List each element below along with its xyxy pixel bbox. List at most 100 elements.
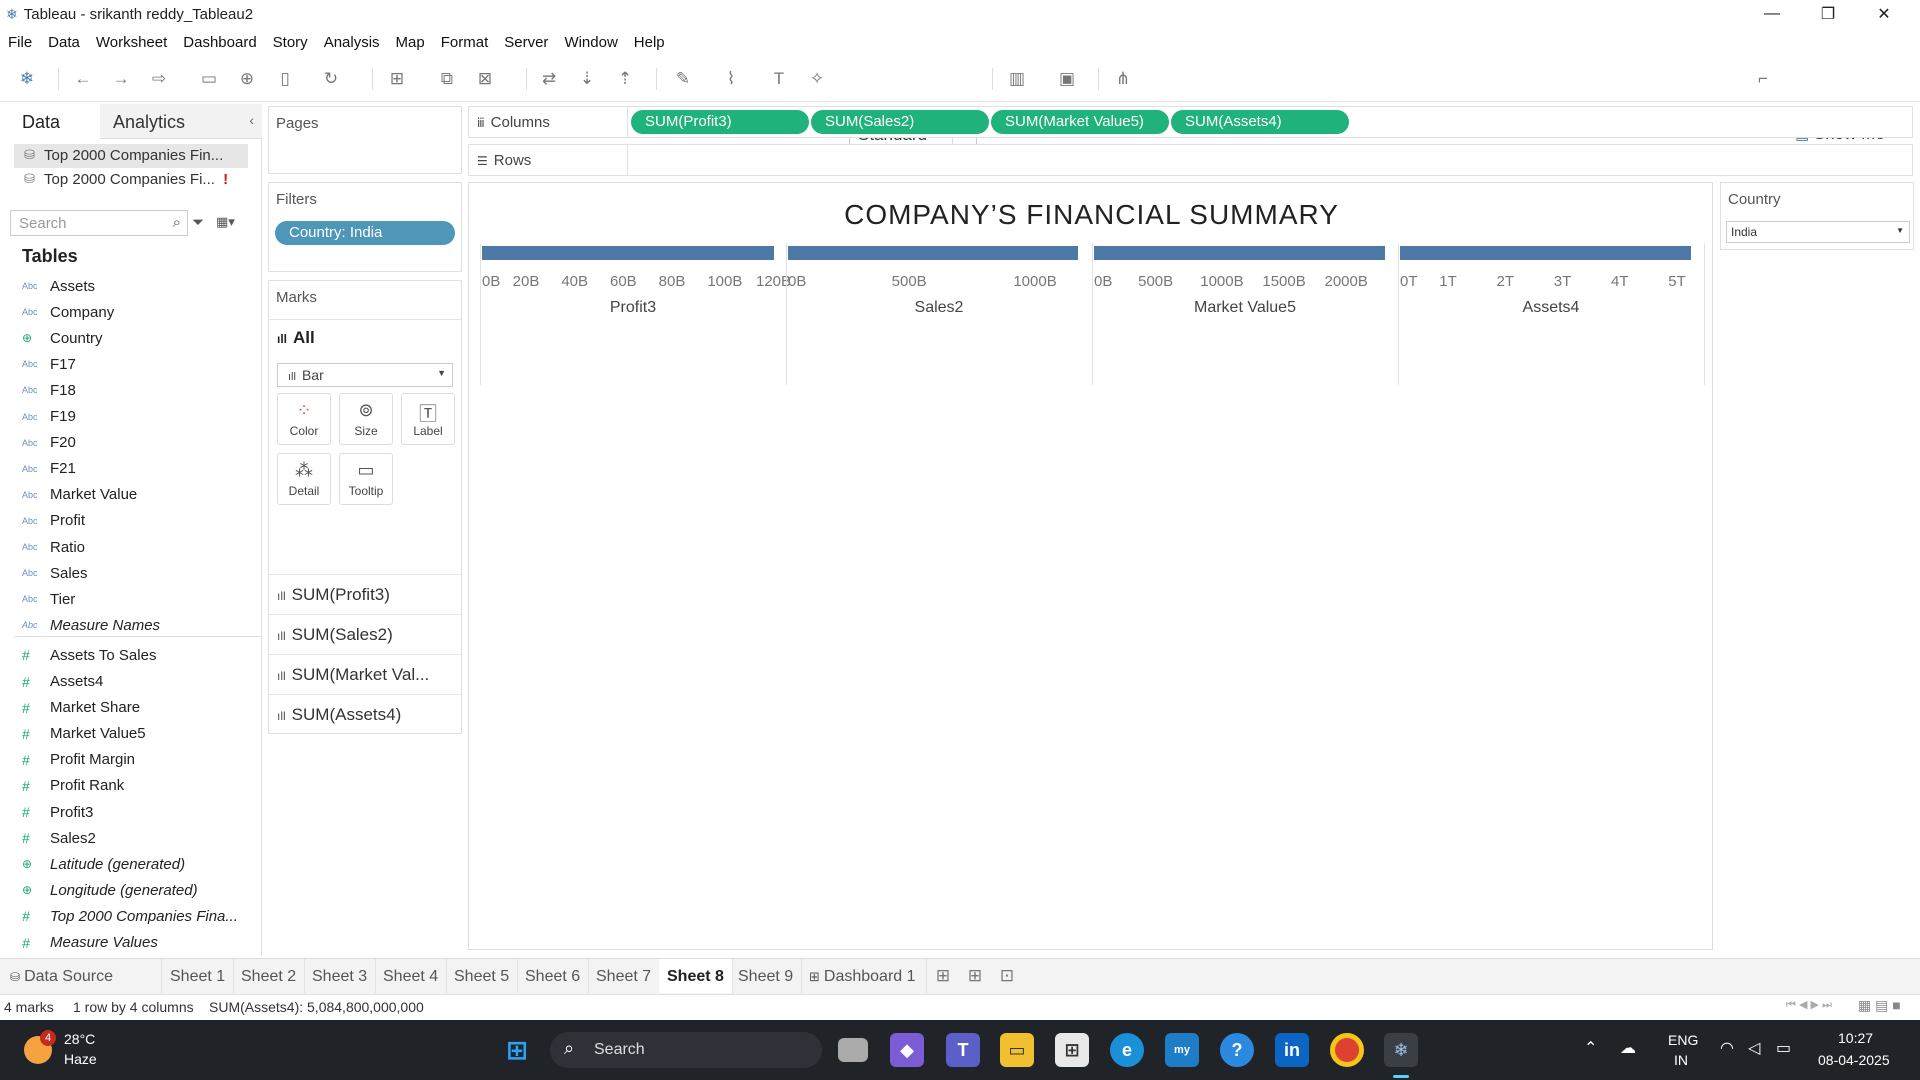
field-item[interactable]: # Market Value5 [22,722,146,746]
presentation-icon[interactable]: ▣ [1056,68,1078,90]
field-item[interactable]: Abc Profit [22,509,85,533]
menu-file[interactable]: File [8,34,32,51]
bar-mark[interactable] [1400,246,1692,260]
highlight-icon[interactable]: ✎ [672,68,694,90]
color-button[interactable]: ⁘ Color [277,393,331,445]
field-item[interactable]: # Profit Margin [22,748,135,772]
wifi-icon[interactable]: ◠ [1720,1038,1734,1058]
chrome-icon[interactable] [1330,1033,1364,1067]
swap-icon[interactable]: ⇄ [538,68,560,90]
field-item[interactable]: Abc F21 [22,457,76,481]
field-item[interactable]: Abc Ratio [22,535,85,559]
field-item[interactable]: # Sales2 [22,826,96,850]
menu-worksheet[interactable]: Worksheet [96,34,167,51]
tooltip-button[interactable]: ▭ Tooltip [339,453,393,505]
field-item[interactable]: Abc F19 [22,405,76,429]
field-item[interactable]: Abc Tier [22,587,75,611]
field-item[interactable]: ⊕ Latitude (generated) [22,852,185,876]
marks-measure-sales[interactable]: ıll SUM(Sales2) [269,614,461,654]
redo-icon[interactable]: → [110,68,132,90]
new-worksheet-tab-icon[interactable]: ⊞ [932,965,954,987]
field-item[interactable]: # Top 2000 Companies Fina... [22,904,238,928]
tray-chevron-icon[interactable]: ⌃ [1584,1038,1597,1058]
teams-icon[interactable]: T [946,1033,980,1067]
marks-measure-market-value[interactable]: ıll SUM(Market Val... [269,654,461,694]
tab-data[interactable]: Data [0,104,100,139]
pin-icon[interactable]: ✧ [806,68,828,90]
clear-sheet-icon[interactable]: ⊠ [474,68,496,90]
copilot-icon[interactable]: ◆ [890,1033,924,1067]
bar-mark[interactable] [1094,246,1385,260]
refresh-icon[interactable]: ↻ [320,68,342,90]
sort-descending-icon[interactable]: ⇡ [614,68,636,90]
close-button[interactable]: ✕ [1856,0,1912,28]
pause-updates-icon[interactable]: ▯ [274,68,296,90]
new-dashboard-tab-icon[interactable]: ⊞ [964,965,986,987]
tab-sheet-2[interactable]: Sheet 2 [233,959,306,993]
field-item[interactable]: Abc F17 [22,352,76,376]
bar-mark[interactable] [482,246,774,260]
battery-icon[interactable]: ▭ [1776,1038,1791,1058]
menu-window[interactable]: Window [564,34,617,51]
mark-type-dropdown[interactable]: ıll Bar ▼ [277,363,453,387]
clock-time[interactable]: 10:27 [1838,1030,1873,1046]
tab-sheet-6[interactable]: Sheet 6 [517,959,590,993]
tab-sheet-3[interactable]: Sheet 3 [304,959,377,993]
menu-dashboard[interactable]: Dashboard [183,34,256,51]
worksheet-view[interactable]: COMPANY’S FINANCIAL SUMMARY 0B 20B 40B 60B 8… [468,182,1713,950]
country-filter-dropdown[interactable]: India ▼ [1726,221,1910,243]
field-item[interactable]: Abc Market Value [22,483,137,507]
filters-shelf[interactable]: Filters Country: India [268,182,462,272]
undo-icon[interactable]: ← [72,68,94,90]
restore-button[interactable]: ❐ [1800,0,1856,28]
tab-sheet-7[interactable]: Sheet 7 [588,959,661,993]
edge-icon[interactable]: e [1110,1033,1144,1067]
menu-format[interactable]: Format [441,34,489,51]
filter-pill-country[interactable]: Country: India [275,221,455,245]
column-pill-market-value[interactable]: SUM(Market Value5) [991,110,1169,134]
mysql-workbench-icon[interactable]: my [1165,1033,1199,1067]
file-explorer-icon[interactable]: ▭ [1000,1033,1034,1067]
tableau-app-icon[interactable]: ❄ [1384,1033,1418,1067]
size-button[interactable]: ⊚ Size [339,393,393,445]
column-pill-sales[interactable]: SUM(Sales2) [811,110,989,134]
filter-fields-icon[interactable]: ⏷ [192,214,204,231]
tab-sheet-9[interactable]: Sheet 9 [730,959,803,993]
field-item[interactable]: Abc Assets [22,274,95,298]
field-item[interactable]: Abc Measure Names [22,613,160,637]
menu-server[interactable]: Server [504,34,548,51]
column-pill-assets[interactable]: SUM(Assets4) [1171,110,1349,134]
new-worksheet-icon[interactable]: ⊞ [386,68,408,90]
view-options-icon[interactable]: ▦▾ [216,214,235,230]
tab-dashboard-1[interactable]: ⊞ Dashboard 1 [801,959,927,993]
tab-sheet-4[interactable]: Sheet 4 [375,959,448,993]
field-item[interactable]: Abc F20 [22,431,76,455]
lang-1[interactable]: ENG [1668,1032,1698,1048]
marks-all-row[interactable]: ıll All [269,319,461,357]
show-cards-icon[interactable]: ▥ [1006,68,1028,90]
menu-story[interactable]: Story [273,34,308,51]
menu-analysis[interactable]: Analysis [324,34,380,51]
menu-help[interactable]: Help [634,34,665,51]
tab-sheet-8[interactable]: Sheet 8 [659,959,733,993]
marks-measure-profit[interactable]: ıll SUM(Profit3) [269,574,461,614]
field-item[interactable]: # Measure Values [22,931,158,955]
pages-shelf[interactable]: Pages [268,106,462,174]
duplicate-icon[interactable]: ⧉ [436,68,458,90]
volume-icon[interactable]: ◁ [1748,1038,1760,1058]
new-story-tab-icon[interactable]: ⊡ [996,965,1018,987]
columns-shelf[interactable]: ⅲ Columns SUM(Profit3) SUM(Sales2) SUM(Ma… [468,106,1913,138]
field-item[interactable]: Abc F18 [22,378,76,402]
datasource-item[interactable]: ⛁ Top 2000 Companies Fi... ! [14,168,248,192]
field-item[interactable]: Abc Sales [22,561,88,585]
windows-start-icon[interactable]: ⊞ [500,1033,534,1067]
format-painter-icon[interactable]: ⌐ [1752,68,1774,90]
replay-icon[interactable]: ⇨ [148,68,170,90]
field-item[interactable]: # Profit Rank [22,774,124,798]
menu-map[interactable]: Map [396,34,425,51]
tableau-home-icon[interactable]: ❄ [16,68,38,90]
minimize-button[interactable]: — [1744,0,1800,28]
field-item[interactable]: # Assets To Sales [22,643,156,667]
field-item[interactable]: # Profit3 [22,800,93,824]
bar-mark[interactable] [788,246,1078,260]
